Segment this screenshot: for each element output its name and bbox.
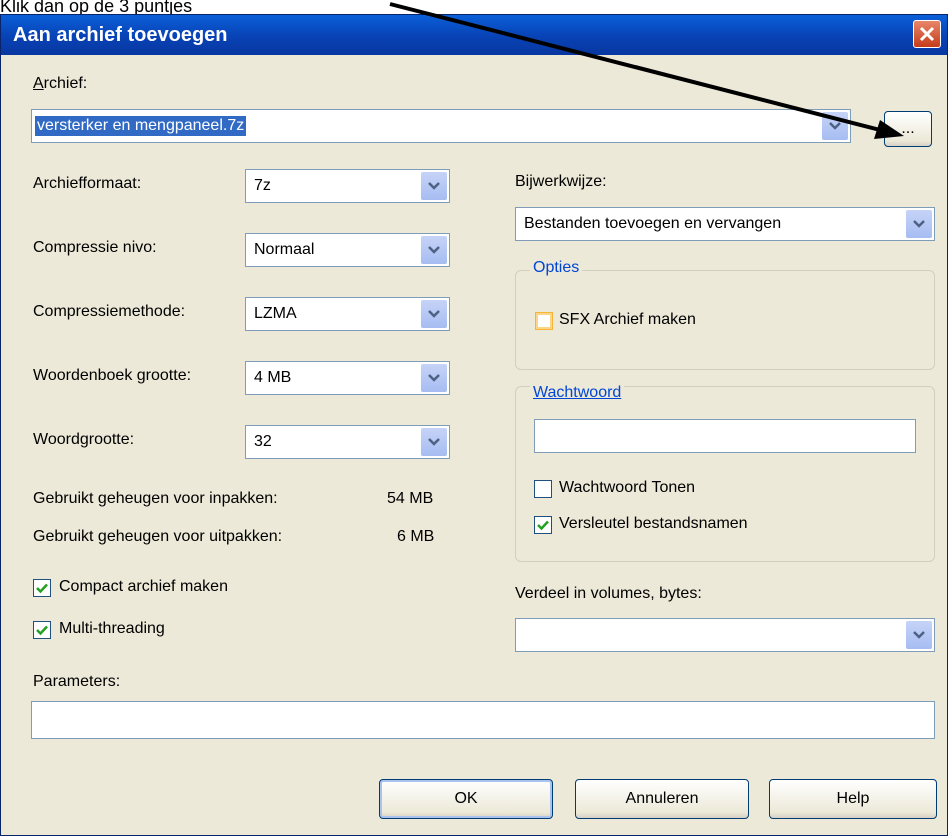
annotation-arrow [389, 2, 904, 139]
